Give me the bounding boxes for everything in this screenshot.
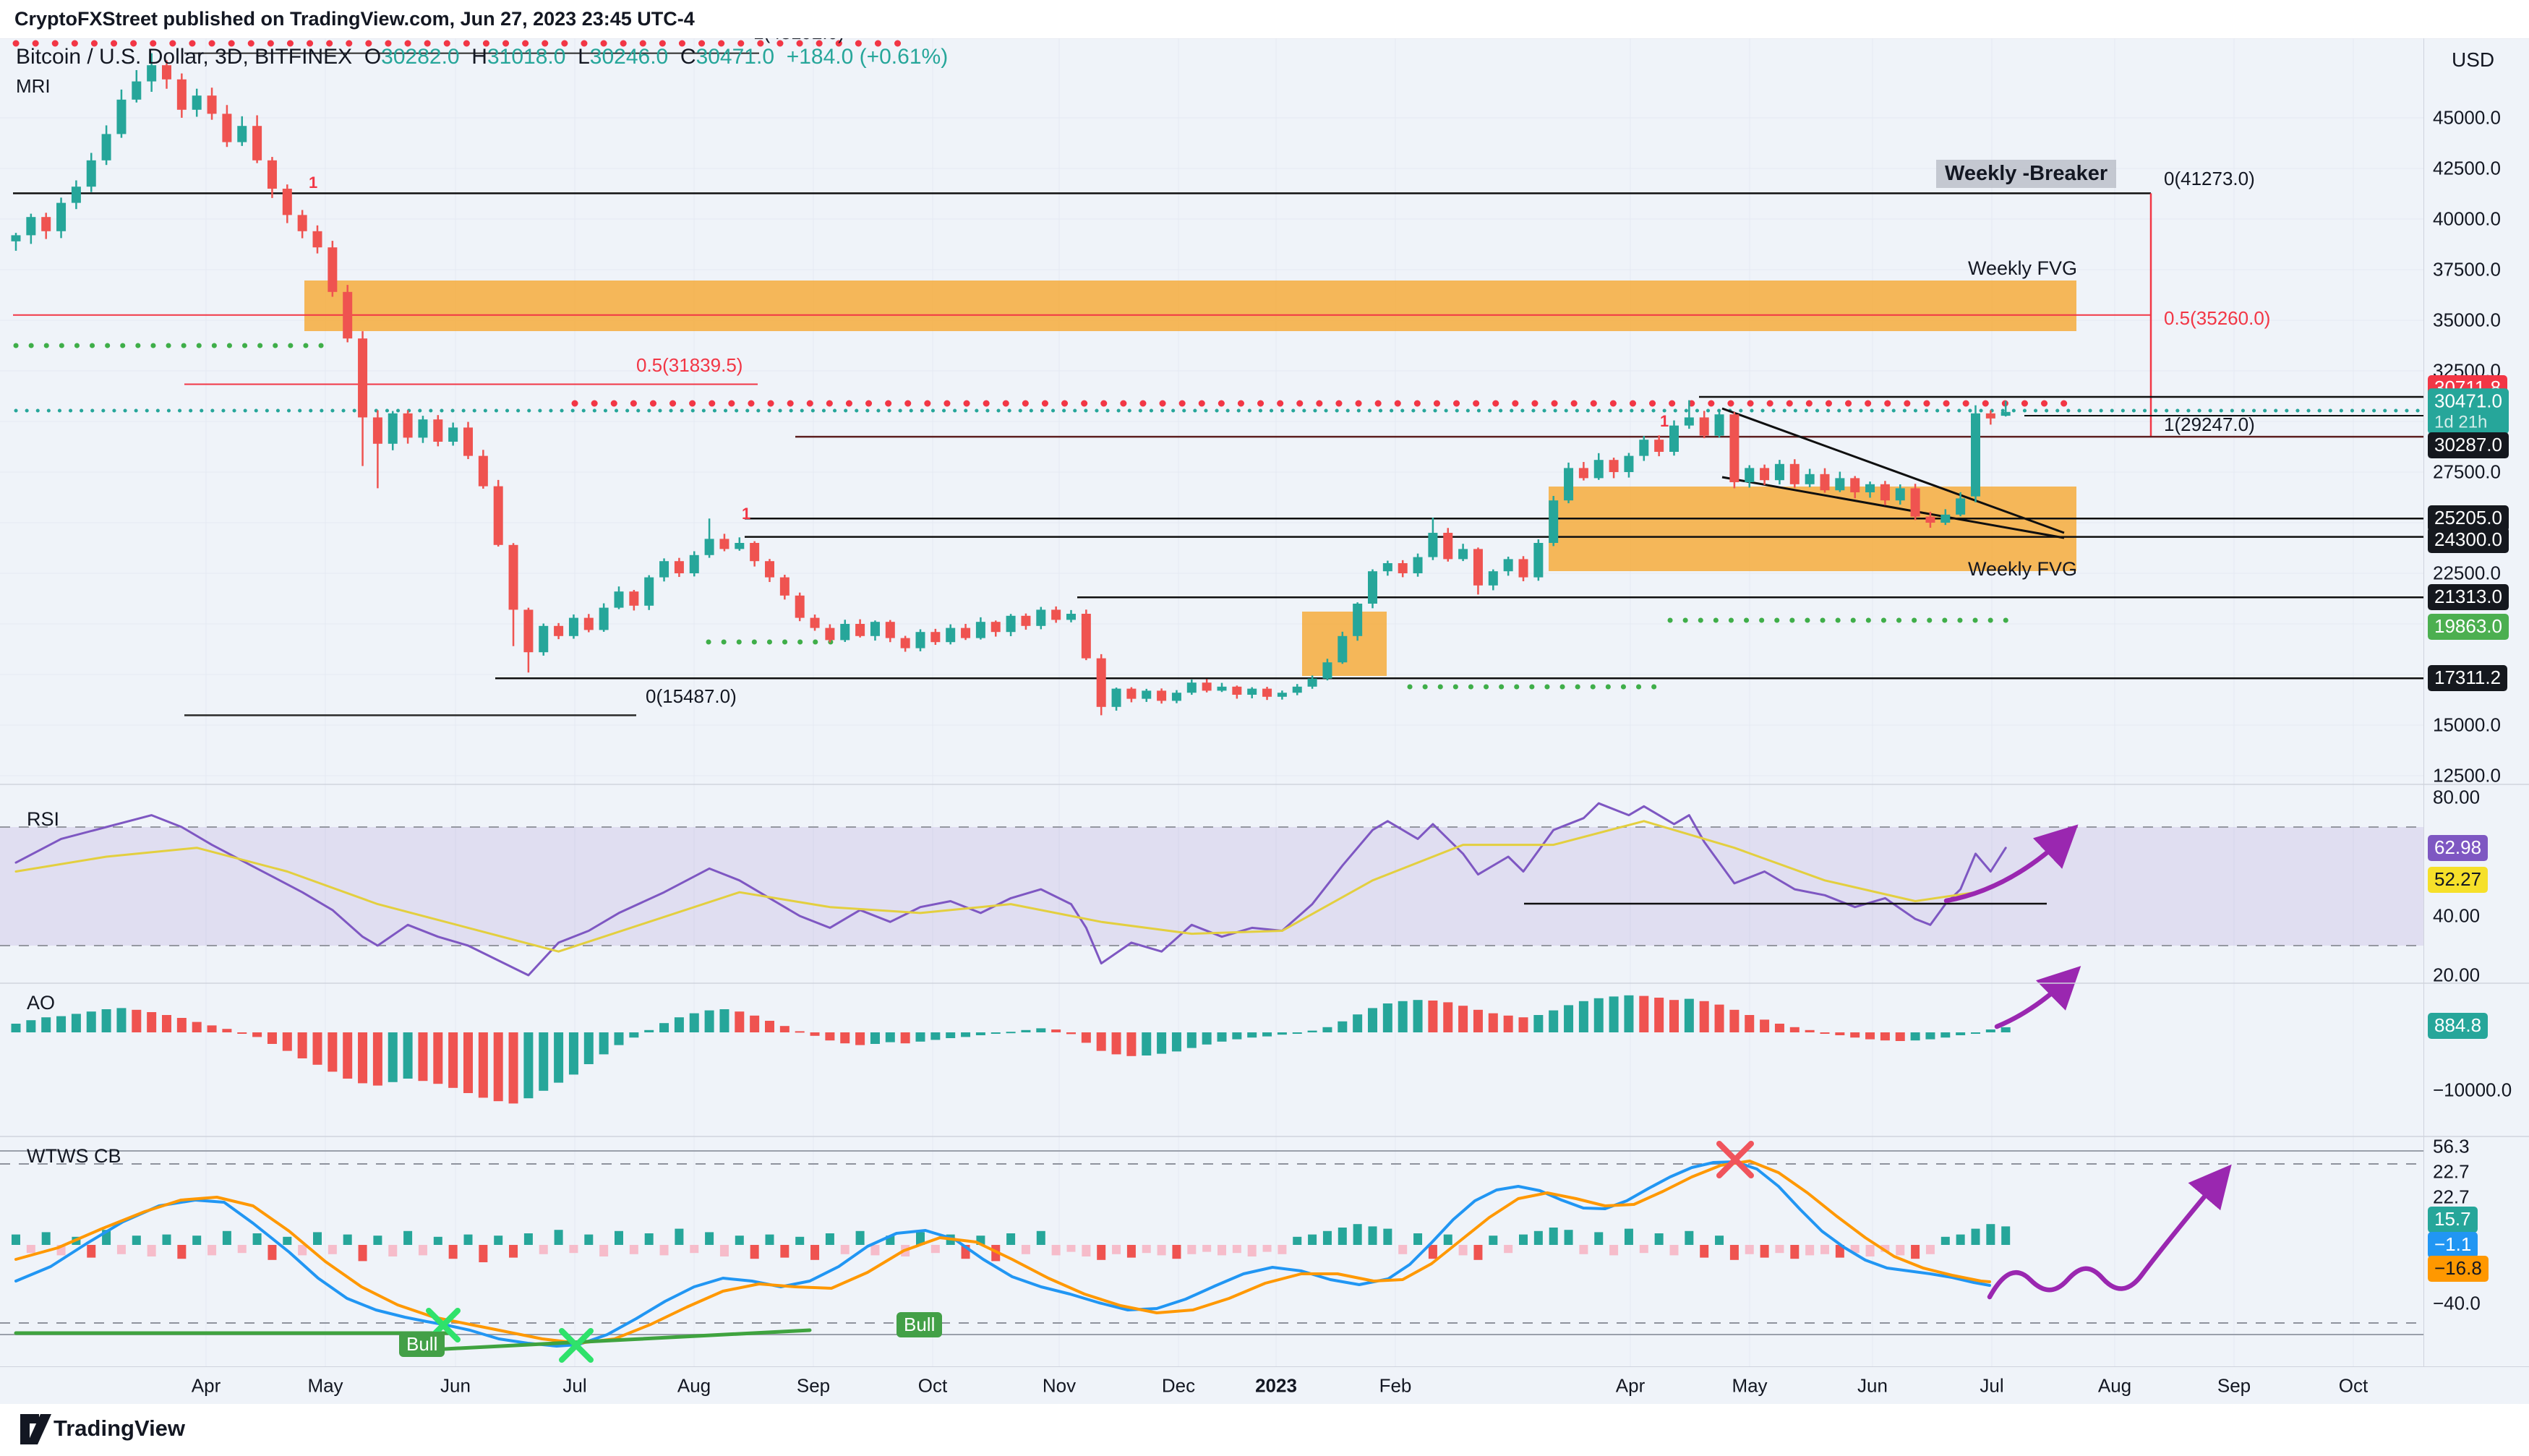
chart-canvas[interactable] [0, 0, 2529, 1456]
indicator-label-ao[interactable]: AO [27, 992, 55, 1014]
symbol-legend[interactable]: Bitcoin / U.S. Dollar, 3D, BITFINEX O302… [16, 45, 948, 69]
time-axis-label: Jul [562, 1374, 586, 1397]
fib-label-0-41273[interactable]: 0(41273.0) [2164, 168, 2255, 190]
open-label: O [364, 45, 381, 69]
ao-badge: 884.8 [2428, 1013, 2488, 1039]
time-axis-label: Sep [2217, 1374, 2251, 1397]
tradingview-chart-screenshot: CryptoFXStreet published on TradingView.… [0, 0, 2529, 1456]
time-axis-label: Sep [797, 1374, 830, 1397]
time-axis-label: Dec [1162, 1374, 1195, 1397]
high-label: H [471, 45, 487, 69]
price-badge: 19863.0 [2428, 614, 2509, 640]
attribution-header: CryptoFXStreet published on TradingView.… [0, 0, 2529, 38]
low-value: 30246.0 [590, 45, 668, 69]
bull-signal-label-2: Bull [897, 1312, 942, 1337]
low-label: L [578, 45, 590, 69]
price-tick: 12500.0 [2433, 765, 2501, 787]
time-axis-label: Jun [440, 1374, 471, 1397]
time-axis-label: Oct [2339, 1374, 2368, 1397]
close-value: 30471.0 [696, 45, 774, 69]
time-axis-label: May [1732, 1374, 1767, 1397]
time-axis-label: Aug [677, 1374, 711, 1397]
mri-one-mark: 1 [309, 174, 317, 192]
indicator-label-wtws[interactable]: WTWS CB [27, 1145, 121, 1168]
open-value: 30282.0 [381, 45, 459, 69]
time-axis[interactable]: Apr May Jun Jul Aug Sep Oct Nov Dec 2023 Feb Apr May… [0, 1366, 2529, 1404]
ao-tick: −10000.0 [2433, 1079, 2512, 1102]
time-axis-label: Aug [2098, 1374, 2131, 1397]
rsi-band [0, 827, 2423, 946]
rsi-tick: 40.00 [2433, 905, 2480, 928]
price-axis[interactable]: USD 45000.0 42500.0 40000.0 37500.0 35000.0 3… [2423, 38, 2529, 1404]
price-badge: 30471.01d 21h [2428, 388, 2509, 434]
price-badge: 17311.2 [2428, 665, 2507, 691]
weekly-breaker-label[interactable]: Weekly -Breaker [1936, 160, 2116, 188]
price-badge: 24300.0 [2428, 527, 2509, 553]
price-tick: 15000.0 [2433, 714, 2501, 737]
change-value: +184.0 (+0.61%) [787, 45, 949, 69]
wtws-badge: −16.8 [2428, 1256, 2489, 1282]
time-axis-label: May [307, 1374, 343, 1397]
time-axis-label: 2023 [1255, 1374, 1297, 1397]
chart-background [0, 38, 2529, 1404]
weekly-fvg-box-top [304, 281, 2076, 331]
footer: TradingView [0, 1404, 2529, 1456]
time-axis-label: Oct [918, 1374, 947, 1397]
wtws-badge: −1.1 [2428, 1232, 2478, 1258]
wtws-tick: 22.7 [2433, 1161, 2470, 1183]
price-tick: 42500.0 [2433, 158, 2501, 180]
fib-label-1-29247[interactable]: 1(29247.0) [2164, 414, 2255, 436]
rsi-badge: 62.98 [2428, 835, 2488, 861]
tradingview-brand[interactable]: TradingView [54, 1416, 185, 1442]
time-axis-label: Feb [1379, 1374, 1412, 1397]
wtws-tick: −40.0 [2433, 1293, 2481, 1315]
weekly-fvg-label-top[interactable]: Weekly FVG [1968, 257, 2077, 280]
time-axis-label: Jun [1857, 1374, 1888, 1397]
price-badge: 21313.0 [2428, 584, 2509, 610]
high-value: 31018.0 [487, 45, 565, 69]
weekly-fvg-label-bottom[interactable]: Weekly FVG [1968, 558, 2077, 581]
time-axis-label: Apr [1616, 1374, 1645, 1397]
price-tick: 35000.0 [2433, 309, 2501, 332]
bull-signal-label-1: Bull [399, 1332, 445, 1357]
fib-label-05-35260[interactable]: 0.5(35260.0) [2164, 307, 2270, 330]
price-tick: 22500.0 [2433, 562, 2501, 585]
indicator-label-rsi[interactable]: RSI [27, 808, 59, 831]
published-line: CryptoFXStreet published on TradingView.… [14, 8, 695, 30]
wtws-badge: 15.7 [2428, 1207, 2478, 1233]
fib-label-05-31839[interactable]: 0.5(31839.5) [636, 354, 743, 377]
price-tick: 27500.0 [2433, 461, 2501, 484]
time-axis-label: Apr [192, 1374, 221, 1397]
tradingview-logo-icon [20, 1413, 52, 1446]
rsi-tick: 80.00 [2433, 787, 2480, 809]
rsi-tick: 20.00 [2433, 964, 2480, 987]
symbol-title: Bitcoin / U.S. Dollar, 3D, BITFINEX [16, 45, 352, 69]
countdown-timer: 1d 21h [2434, 412, 2502, 432]
wtws-tick: 56.3 [2433, 1136, 2470, 1158]
fib-label-0-15487[interactable]: 0(15487.0) [646, 685, 737, 708]
close-label: C [680, 45, 696, 69]
wtws-tick: 22.7 [2433, 1186, 2470, 1209]
currency-label: USD [2452, 48, 2494, 72]
time-axis-label: Jul [1980, 1374, 2003, 1397]
price-tick: 45000.0 [2433, 107, 2501, 129]
indicator-label-mri[interactable]: MRI [16, 75, 51, 98]
mri-one-mark: 1 [1660, 412, 1669, 431]
time-axis-label: Nov [1043, 1374, 1076, 1397]
price-tick: 40000.0 [2433, 208, 2501, 231]
mri-one-mark: 1 [742, 505, 750, 523]
price-tick: 37500.0 [2433, 259, 2501, 281]
price-badge: 30287.0 [2428, 432, 2509, 458]
rsi-badge: 52.27 [2428, 867, 2488, 893]
